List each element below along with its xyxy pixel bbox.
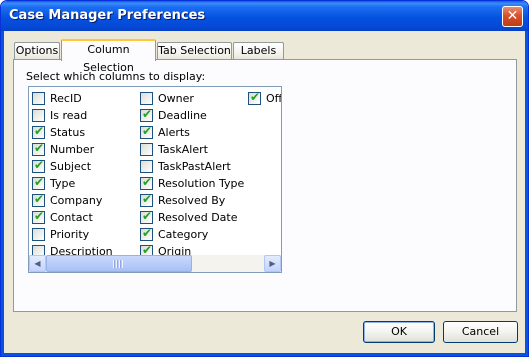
window-frame-right (525, 31, 528, 356)
cancel-button[interactable]: Cancel (443, 321, 518, 343)
window-frame-bottom (1, 353, 528, 356)
checkmark-icon (34, 175, 44, 190)
checkmark-icon (142, 175, 152, 190)
checkbox-checked[interactable] (32, 194, 45, 207)
horizontal-scrollbar[interactable]: ◀ ▶ (29, 255, 281, 272)
checklist-item-label: Resolved Date (158, 211, 238, 224)
checklist-item-label: TaskPastAlert (158, 160, 231, 173)
checkbox-checked[interactable] (140, 228, 153, 241)
checklist-item-label: Type (50, 177, 76, 190)
checkbox-checked[interactable] (140, 194, 153, 207)
checkbox-checked[interactable] (140, 126, 153, 139)
checkbox-unchecked[interactable] (140, 92, 153, 105)
checklist-item-label: Resolution Type (158, 177, 245, 190)
checklist-item-label: Number (50, 143, 95, 156)
arrow-left-icon: ◀ (34, 259, 41, 268)
tab-labels[interactable]: Labels (233, 42, 284, 60)
arrow-right-icon: ▶ (269, 259, 276, 268)
window-frame-left (1, 31, 4, 356)
checklist-item-label: Category (158, 228, 209, 241)
checkmark-icon (34, 141, 44, 156)
scroll-right-button[interactable]: ▶ (264, 255, 281, 272)
columns-checklist[interactable]: RecID Is read Status Number Subject Type Compa… (28, 86, 282, 273)
scroll-left-button[interactable]: ◀ (29, 255, 46, 272)
tab-column-selection[interactable]: Column Selection (61, 39, 156, 74)
checkmark-icon (142, 209, 152, 224)
checkbox-unchecked[interactable] (140, 160, 153, 173)
checklist-item-label: Owner (158, 92, 194, 105)
checkmark-icon (142, 226, 152, 241)
checkbox-checked[interactable] (32, 177, 45, 190)
grip-icon (113, 260, 123, 268)
checkbox-checked[interactable] (140, 177, 153, 190)
close-button[interactable]: ✕ (502, 6, 523, 27)
checkbox-checked[interactable] (140, 109, 153, 122)
checklist-item-label: TaskAlert (158, 143, 208, 156)
ok-button[interactable]: OK (363, 321, 435, 343)
checkbox-checked[interactable] (248, 92, 261, 105)
checklist-item-label: Is read (50, 109, 88, 122)
checkmark-icon (34, 124, 44, 139)
checkmark-icon (142, 124, 152, 139)
window-title: Case Manager Preferences (9, 8, 206, 23)
checklist-item-label: RecID (50, 92, 82, 105)
checklist-item-label: Company (50, 194, 103, 207)
tab-options[interactable]: Options (14, 42, 60, 60)
checklist-item-label: Deadline (158, 109, 207, 122)
checkbox-checked[interactable] (32, 143, 45, 156)
checkbox-checked[interactable] (32, 211, 45, 224)
checkbox-unchecked[interactable] (32, 109, 45, 122)
checklist-item-label: Priority (50, 228, 90, 241)
checklist-item-label: Subject (50, 160, 92, 173)
checkmark-icon (142, 192, 152, 207)
checkbox-checked[interactable] (32, 126, 45, 139)
checkbox-checked[interactable] (140, 211, 153, 224)
checkbox-unchecked[interactable] (140, 143, 153, 156)
tab-tab-selection[interactable]: Tab Selection (157, 42, 232, 60)
checklist-item-label: Off (266, 92, 282, 105)
checkmark-icon (34, 192, 44, 207)
close-icon: ✕ (506, 8, 519, 24)
checklist-item-label: Alerts (158, 126, 190, 139)
title-bar[interactable]: Case Manager Preferences ✕ (1, 1, 528, 31)
checkbox-unchecked[interactable] (32, 228, 45, 241)
checkmark-icon (142, 107, 152, 122)
checkmark-icon (34, 158, 44, 173)
preferences-dialog: Case Manager Preferences ✕ Options Colum… (0, 0, 529, 357)
checkbox-checked[interactable] (32, 160, 45, 173)
checkmark-icon (34, 209, 44, 224)
checklist-item-label: Status (50, 126, 86, 139)
checklist-item-label: Resolved By (158, 194, 226, 207)
column-selection-panel: Select which columns to display: RecIDIs… (13, 59, 517, 312)
checkmark-icon (250, 90, 260, 105)
scroll-thumb[interactable] (46, 255, 192, 272)
checklist-item-label: Contact (50, 211, 93, 224)
checkbox-unchecked[interactable] (32, 92, 45, 105)
